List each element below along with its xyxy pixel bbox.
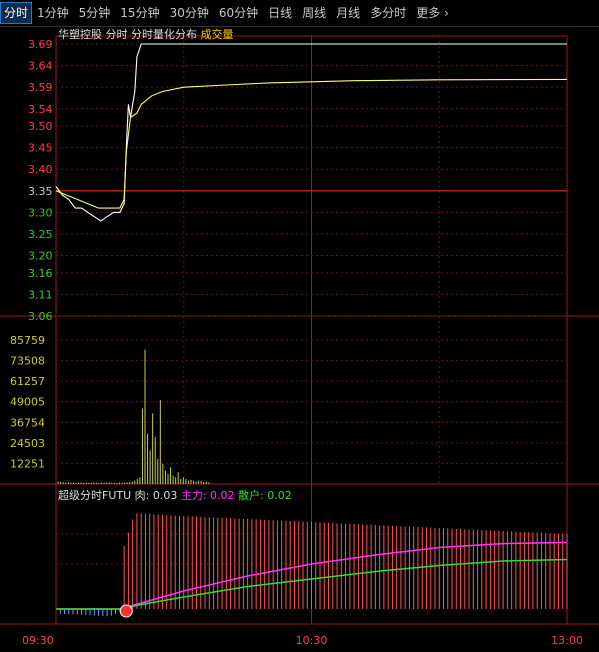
price-tick: 3.69 <box>28 38 53 51</box>
price-tick: 3.45 <box>28 142 53 155</box>
tab-10[interactable]: 更多 › <box>411 3 454 23</box>
signal-ball-icon <box>119 604 133 618</box>
header-stock_name[interactable]: 华塑控股 <box>58 27 106 41</box>
tab-2[interactable]: 5分钟 <box>74 3 116 23</box>
futu-zhuli_label: 主力: 0.02 <box>181 489 238 502</box>
volume-tick: 36754 <box>10 416 45 429</box>
header-dist_label[interactable]: 分时量化分布 <box>131 27 201 41</box>
price-tick: 3.64 <box>28 60 53 73</box>
price-tick: 3.11 <box>28 288 53 301</box>
header-view_label[interactable]: 分时 <box>106 28 132 41</box>
period-tab-bar: 分时 1分钟 5分钟 15分钟 30分钟 60分钟 日线 周线 月线 多分时 更多 › <box>0 0 599 27</box>
chart-area: 3.69 3.64 3.59 3.54 3.50 3.45 3.40 3.35 3.30 3.25… <box>0 27 599 647</box>
tab-1[interactable]: 1分钟 <box>32 3 74 23</box>
price-panel-header: 华塑控股 分时 分时量化分布 成交量 <box>58 27 234 41</box>
futu-panel-header: 超级分时FUTU 肉: 0.03 主力: 0.02 散户: 0.02 <box>58 488 292 502</box>
tab-0[interactable]: 分时 <box>0 2 33 24</box>
price-tick: 3.20 <box>28 250 53 263</box>
tab-5[interactable]: 60分钟 <box>214 3 263 23</box>
tab-3[interactable]: 15分钟 <box>115 3 164 23</box>
time-label: 13:00 <box>551 634 583 647</box>
volume-tick: 49005 <box>10 396 45 409</box>
volume-tick: 24503 <box>10 437 45 450</box>
price-tick: 3.40 <box>28 163 53 176</box>
volume-tick: 61257 <box>10 375 45 388</box>
price-tick: 3.25 <box>28 228 53 241</box>
tab-9[interactable]: 多分时 <box>365 3 411 23</box>
price-tick: 3.59 <box>28 81 53 94</box>
price-tick: 3.16 <box>28 267 53 280</box>
time-label: 09:30 <box>22 634 54 647</box>
tab-4[interactable]: 30分钟 <box>165 3 214 23</box>
price-tick: 3.35 <box>28 185 53 198</box>
chevron-right-icon: › <box>440 6 449 20</box>
header-volume_label[interactable]: 成交量 <box>201 27 234 41</box>
futu-sanhu_label: 散户: 0.02 <box>238 488 292 502</box>
time-label: 10:30 <box>296 634 328 647</box>
volume-tick: 12251 <box>10 457 45 470</box>
price-tick: 3.30 <box>28 206 53 219</box>
tab-6[interactable]: 日线 <box>263 3 297 23</box>
tab-8[interactable]: 月线 <box>331 3 365 23</box>
volume-tick: 73508 <box>10 355 45 368</box>
tab-7[interactable]: 周线 <box>297 3 331 23</box>
price-tick: 3.06 <box>28 310 53 323</box>
futu-title: 超级分时FUTU <box>58 488 135 502</box>
futu-rou_label: 肉: 0.03 <box>135 489 181 502</box>
volume-tick: 85759 <box>10 334 45 347</box>
price-tick: 3.50 <box>28 120 53 133</box>
price-tick: 3.54 <box>28 103 53 116</box>
